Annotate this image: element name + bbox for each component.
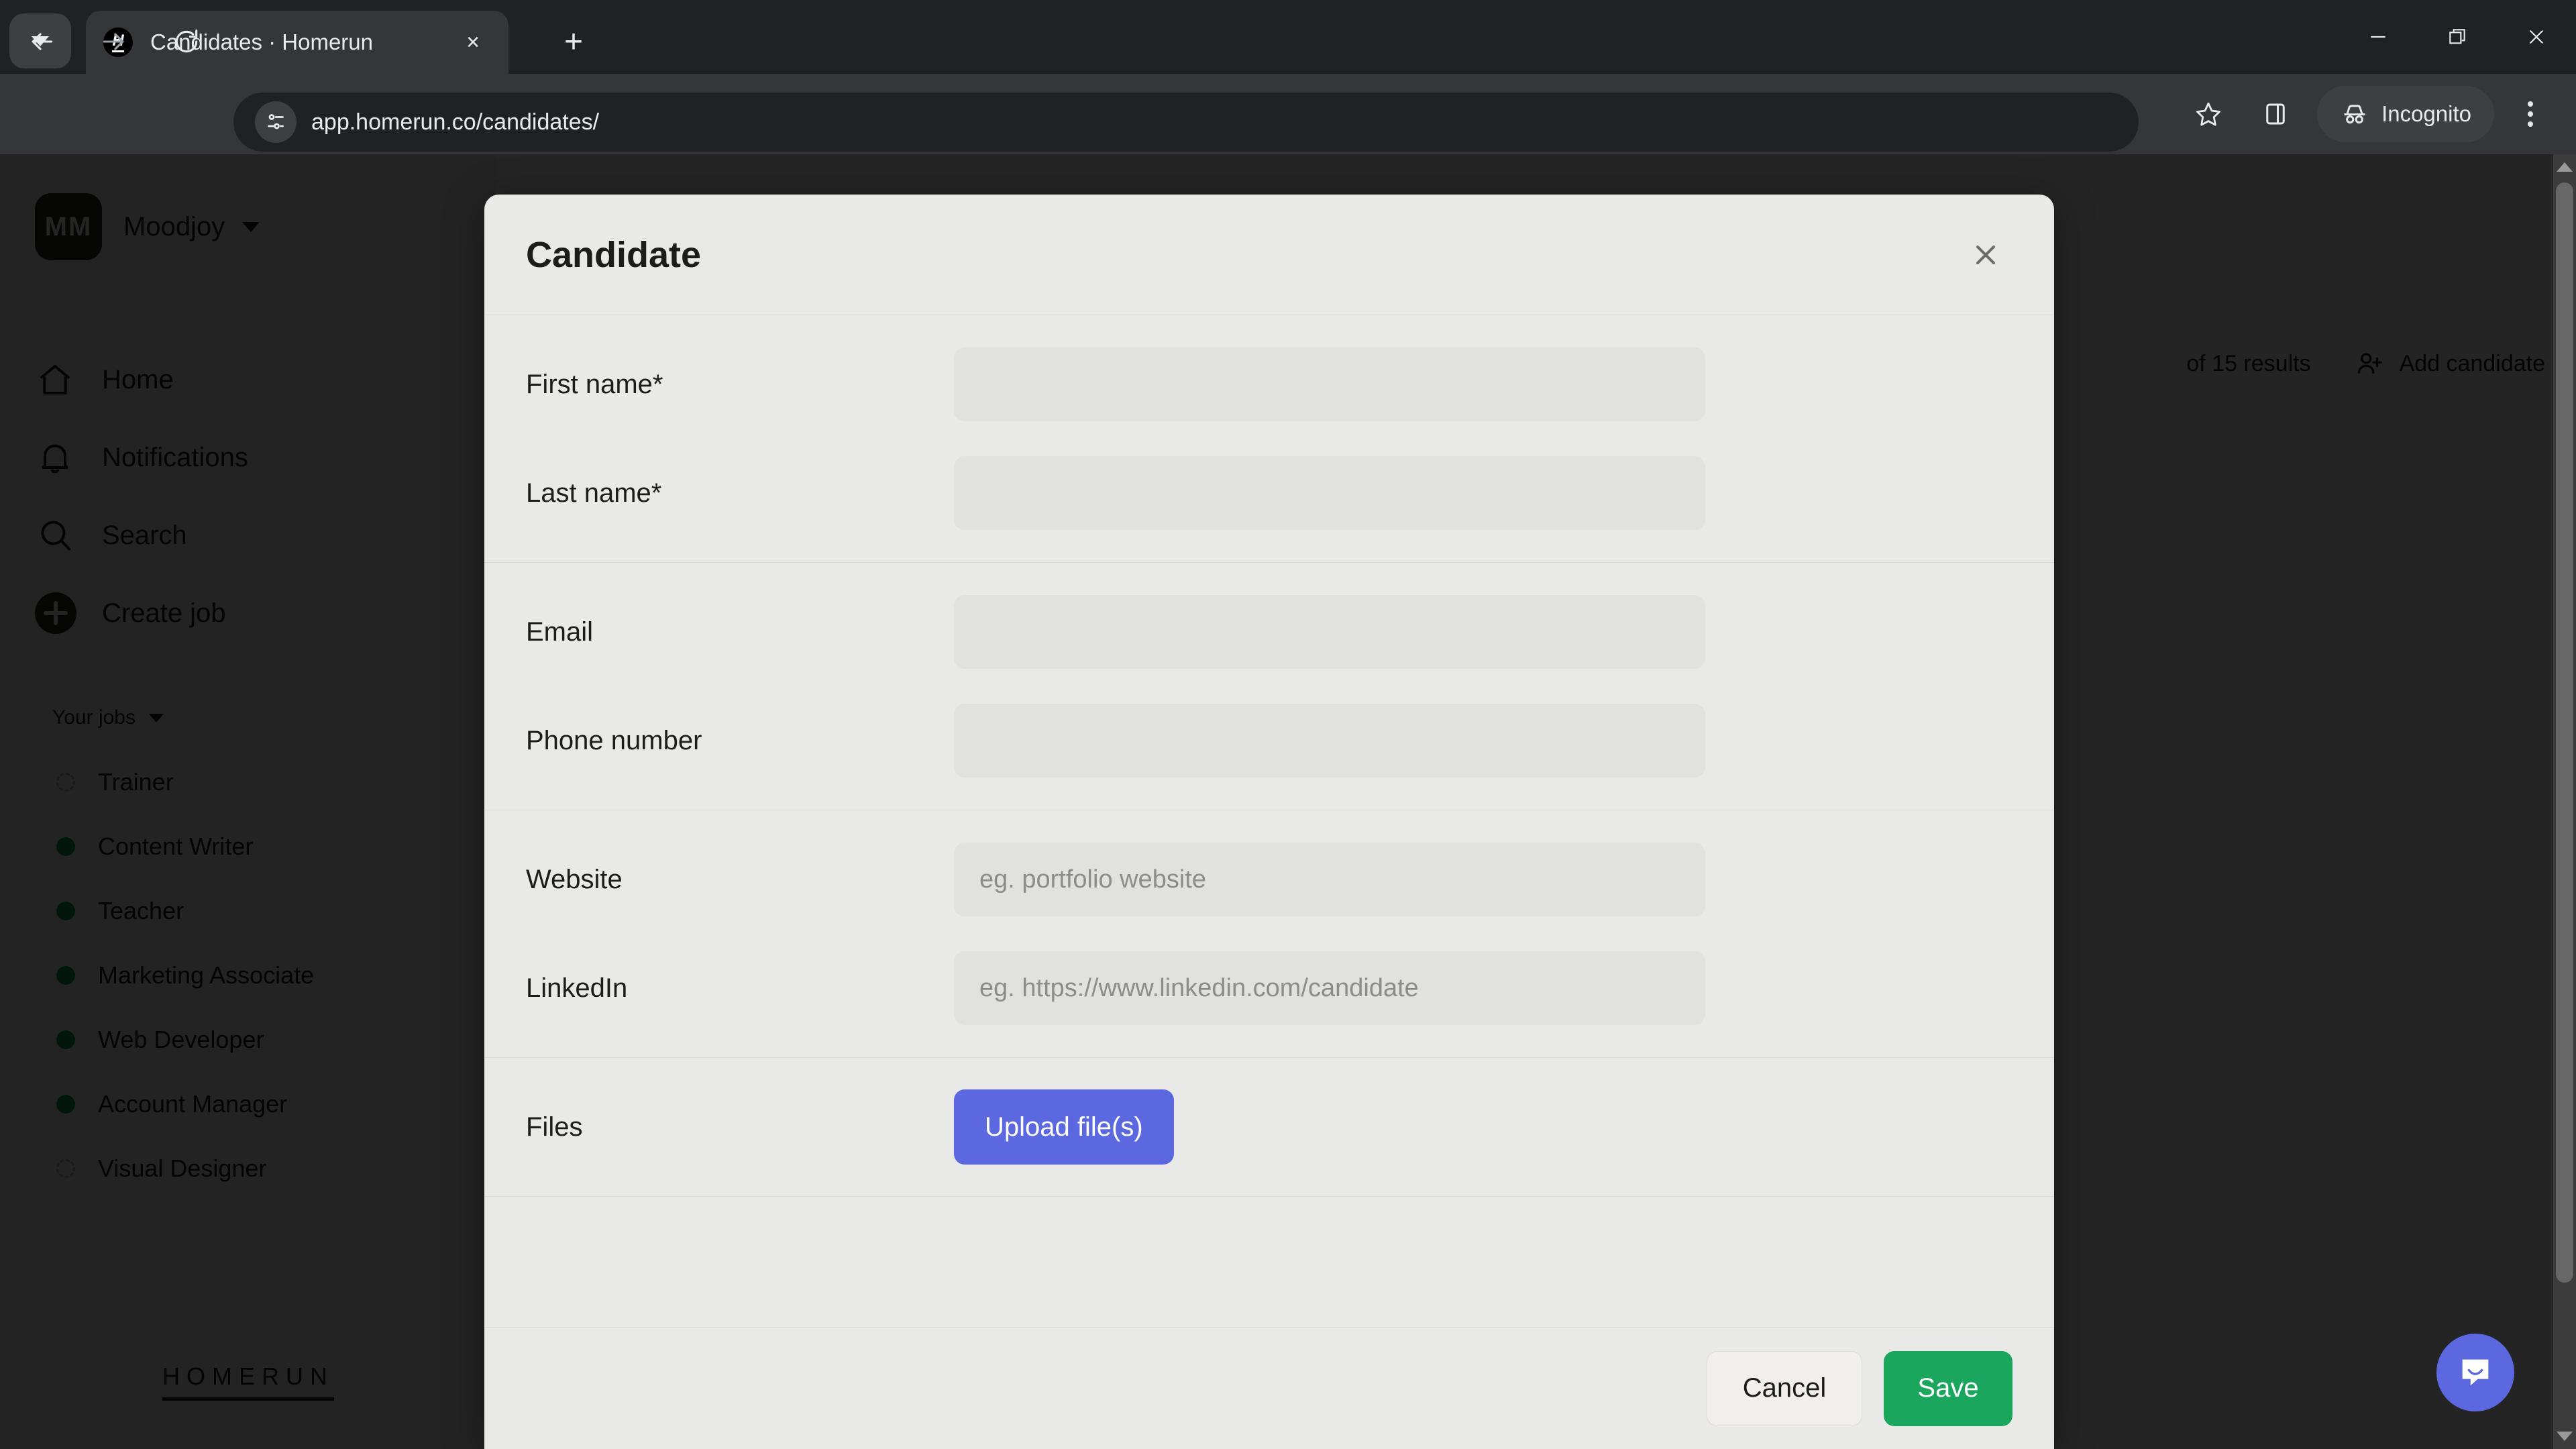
scroll-up-arrow-icon[interactable] [2557, 162, 2573, 172]
forward-arrow-icon[interactable] [91, 19, 137, 64]
modal-footer: Cancel Save [484, 1327, 2054, 1449]
tab-strip: H Candidates · Homerun × + [0, 0, 2576, 74]
form-section-links: Website eg. portfolio website LinkedIn e… [484, 810, 2054, 1058]
upload-files-button[interactable]: Upload file(s) [954, 1089, 1174, 1165]
browser-tab[interactable]: H Candidates · Homerun × [86, 11, 508, 74]
scrollbar-thumb[interactable] [2556, 182, 2573, 1283]
three-dots-menu-icon[interactable] [2502, 86, 2559, 142]
field-row-files: Files Upload file(s) [484, 1073, 2054, 1181]
reload-icon[interactable] [164, 19, 209, 64]
field-row-last-name: Last name* [484, 439, 2054, 547]
page-scrollbar[interactable] [2553, 154, 2576, 1449]
url-text: app.homerun.co/candidates/ [311, 109, 600, 135]
toolbar-right-actions: Incognito [2175, 74, 2576, 154]
website-input[interactable]: eg. portfolio website [954, 843, 1705, 916]
field-label: LinkedIn [526, 973, 628, 1003]
modal-title: Candidate [526, 234, 702, 275]
field-label: Email [526, 616, 594, 647]
field-label: Website [526, 864, 623, 894]
incognito-hat-icon [2344, 105, 2365, 124]
minimize-icon[interactable] [2339, 0, 2418, 74]
modal-body: First name* Last name* Email Phone numbe… [484, 315, 2054, 1327]
incognito-label: Incognito [2381, 101, 2471, 126]
field-row-phone-number: Phone number [484, 686, 2054, 795]
save-button[interactable]: Save [1884, 1350, 2012, 1426]
modal-header: Candidate [484, 195, 2054, 315]
browser-window: H Candidates · Homerun × + app.homerun.c… [0, 0, 2576, 1449]
address-bar[interactable]: app.homerun.co/candidates/ [233, 93, 2139, 152]
field-label: Phone number [526, 725, 702, 755]
field-row-email: Email [484, 578, 2054, 686]
close-icon[interactable]: × [455, 24, 491, 60]
candidate-modal: Candidate First name* Last name* Email P… [484, 195, 2054, 1449]
field-row-website: Website eg. portfolio website [484, 825, 2054, 934]
phone-number-input[interactable] [954, 704, 1705, 777]
close-icon[interactable] [1959, 228, 2012, 282]
form-section-files: Files Upload file(s) [484, 1058, 2054, 1197]
window-controls [2339, 0, 2576, 74]
first-name-input[interactable] [954, 347, 1705, 421]
new-tab-button[interactable]: + [550, 19, 597, 66]
restore-icon[interactable] [2418, 0, 2497, 74]
close-icon[interactable] [2497, 0, 2576, 74]
side-panel-icon[interactable] [2247, 86, 2304, 142]
field-row-linkedin: LinkedIn eg. https://www.linkedin.com/ca… [484, 934, 2054, 1042]
chat-bubble-icon [2462, 1359, 2489, 1386]
form-section-name: First name* Last name* [484, 315, 2054, 563]
field-label: First name* [526, 369, 663, 399]
incognito-indicator[interactable]: Incognito [2317, 86, 2494, 142]
last-name-input[interactable] [954, 456, 1705, 530]
field-label: Files [526, 1112, 583, 1142]
cancel-button[interactable]: Cancel [1707, 1350, 1862, 1426]
email-input[interactable] [954, 595, 1705, 669]
star-icon[interactable] [2180, 86, 2237, 142]
field-label: Last name* [526, 478, 662, 508]
back-arrow-icon[interactable] [19, 19, 64, 64]
field-row-first-name: First name* [484, 330, 2054, 439]
intercom-launcher-button[interactable] [2436, 1334, 2514, 1411]
scroll-down-arrow-icon[interactable] [2557, 1432, 2573, 1441]
linkedin-input[interactable]: eg. https://www.linkedin.com/candidate [954, 951, 1705, 1025]
field-placeholder: eg. https://www.linkedin.com/candidate [979, 973, 1419, 1002]
field-placeholder: eg. portfolio website [979, 865, 1206, 894]
site-settings-icon[interactable] [255, 101, 297, 143]
form-section-contact: Email Phone number [484, 563, 2054, 810]
